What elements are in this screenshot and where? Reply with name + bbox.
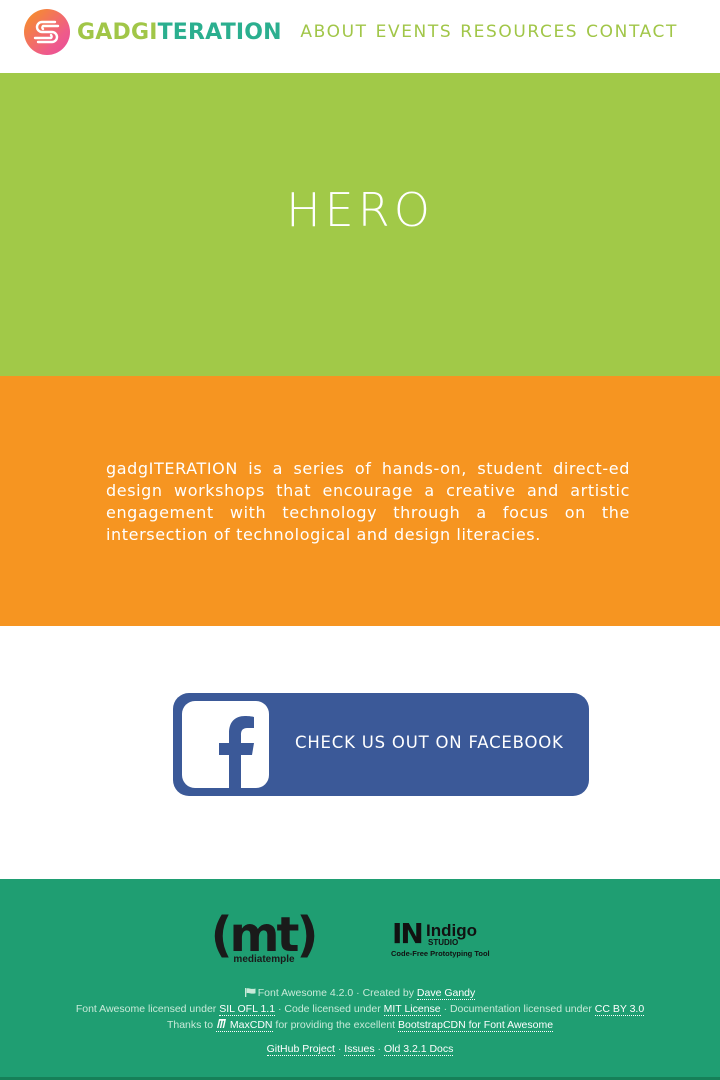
maxcdn-link[interactable]: MaxCDN: [215, 1019, 273, 1032]
github-project-link[interactable]: GitHub Project: [266, 1043, 335, 1056]
maxcdn-icon: [216, 1019, 226, 1028]
credits-line-3-text-1: Thanks to: [166, 1019, 214, 1031]
gadgiteration-logo-icon: [24, 9, 70, 55]
mediatemple-logo[interactable]: (mt) mediatemple: [196, 907, 330, 965]
flag-icon: [244, 986, 256, 997]
logo-text-part1: GADGI: [77, 19, 158, 45]
logo-text-part2: TERATION: [157, 19, 282, 45]
credits-line-2-text-2: · Code licensed under: [277, 1003, 381, 1015]
nav-item-resources[interactable]: RESOURCES: [460, 22, 578, 42]
indigo-mark: IN: [392, 917, 422, 950]
author-link[interactable]: Dave Gandy: [416, 987, 476, 1000]
site-logo[interactable]: GADGITERATION: [24, 7, 284, 57]
nav-item-about[interactable]: ABOUT: [300, 22, 367, 42]
nav-item-events[interactable]: EVENTS: [376, 22, 453, 42]
mit-license-link[interactable]: MIT License: [383, 1003, 441, 1016]
old-docs-link[interactable]: Old 3.2.1 Docs: [383, 1043, 454, 1056]
hero-section: HERO: [0, 73, 720, 376]
indigo-studio-logo[interactable]: IN Indigo STUDIO Code-Free Prototyping T…: [390, 911, 494, 963]
footer-credits: Font Awesome 4.2.0 · Created by Dave Gan…: [0, 985, 720, 1057]
credits-line-1-prefix: Font Awesome 4.2.0 · Created by: [257, 987, 414, 999]
site-logo-text: GADGITERATION: [77, 20, 282, 45]
footer-links: GitHub Project · Issues · Old 3.2.1 Docs: [0, 1041, 720, 1057]
nav-item-contact[interactable]: CONTACT: [586, 22, 678, 42]
site-header: GADGITERATION ABOUT EVENTS RESOURCES CON…: [0, 0, 720, 73]
main-nav: ABOUT EVENTS RESOURCES CONTACT: [300, 22, 678, 42]
indigo-tagline: Code-Free Prototyping Tool: [391, 949, 490, 958]
facebook-section: CHECK US OUT ON FACEBOOK: [0, 626, 720, 879]
credits-line-3: Thanks to MaxCDN for providing the excel…: [0, 1017, 720, 1033]
credits-line-2-text-3: · Documentation licensed under: [443, 1003, 592, 1015]
facebook-icon: [182, 701, 269, 788]
credits-line-3-text-2: for providing the excellent: [275, 1019, 396, 1031]
facebook-button-label: CHECK US OUT ON FACEBOOK: [295, 733, 564, 752]
site-footer: (mt) mediatemple IN Indigo STUDIO Code-F…: [0, 879, 720, 1080]
about-text: gadgITERATION is a series of hands-on, s…: [106, 459, 630, 544]
credits-line-2: Font Awesome licensed under SIL OFL 1.1 …: [0, 1001, 720, 1017]
issues-link[interactable]: Issues: [344, 1043, 375, 1056]
facebook-button[interactable]: CHECK US OUT ON FACEBOOK: [173, 693, 589, 796]
footer-separator: ·: [337, 1043, 342, 1055]
indigo-studio: STUDIO: [428, 938, 458, 947]
cc-by-link[interactable]: CC BY 3.0: [594, 1003, 645, 1016]
footer-separator: ·: [377, 1043, 382, 1055]
sil-ofl-link[interactable]: SIL OFL 1.1: [219, 1003, 276, 1016]
bootstrapcdn-link[interactable]: BootstrapCDN for Font Awesome: [398, 1019, 554, 1032]
hero-title: HERO: [286, 182, 434, 237]
credits-line-2-text-1: Font Awesome licensed under: [75, 1003, 217, 1015]
maxcdn-link-label: MaxCDN: [229, 1019, 273, 1031]
credits-line-1: Font Awesome 4.2.0 · Created by Dave Gan…: [0, 985, 720, 1001]
mediatemple-name: mediatemple: [233, 954, 295, 965]
about-section: gadgITERATION is a series of hands-on, s…: [0, 376, 720, 626]
